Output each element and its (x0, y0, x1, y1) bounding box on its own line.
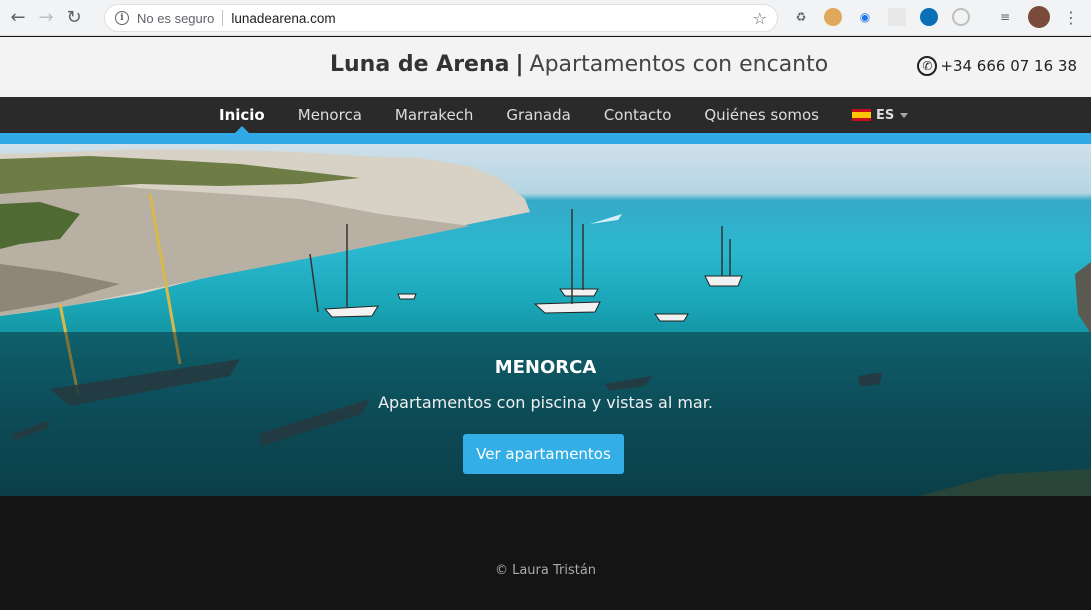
view-apartments-button[interactable]: Ver apartamentos (463, 434, 624, 474)
hero-subtitle: Apartamentos con piscina y vistas al mar… (378, 393, 713, 412)
omnibox-separator (222, 10, 224, 26)
nav-item-granada[interactable]: Granada (506, 97, 570, 133)
language-code: ES (876, 107, 895, 123)
nav-item-quienes-somos[interactable]: Quiénes somos (704, 97, 819, 133)
grid-extension-icon[interactable] (888, 8, 906, 26)
nav-item-menorca[interactable]: Menorca (298, 97, 362, 133)
brand-separator: | (515, 52, 524, 77)
hero-banner: MENORCA Apartamentos con piscina y vista… (0, 144, 1091, 496)
caret-down-icon (900, 112, 909, 118)
phone-icon: ✆ (917, 56, 938, 76)
reload-icon[interactable]: ↻ (60, 4, 88, 32)
site-header: Luna de Arena | Apartamentos con encanto ✆… (0, 37, 1091, 97)
moon-extension-icon[interactable] (920, 8, 938, 26)
url-text[interactable]: lunadearena.com (231, 11, 335, 26)
profile-avatar[interactable] (1028, 6, 1050, 28)
phone-contact[interactable]: ✆ +34 666 07 16 38 (917, 56, 1077, 76)
security-label: No es seguro (137, 10, 215, 26)
timer-extension-icon[interactable] (952, 8, 970, 26)
hero-title: MENORCA (494, 357, 597, 378)
main-navigation: Inicio Menorca Marrakech Granada Contact… (0, 97, 1091, 133)
eye-extension-icon[interactable]: ◉ (856, 8, 874, 26)
address-bar[interactable]: i No es seguro lunadearena.com ☆ (104, 4, 778, 32)
media-queue-icon[interactable]: ≡ (996, 8, 1014, 26)
recycle-extension-icon[interactable]: ♻ (792, 8, 810, 26)
site-footer: © Laura Tristán (0, 496, 1091, 610)
phone-number: +34 666 07 16 38 (940, 57, 1077, 75)
accent-strip (0, 133, 1091, 144)
info-icon[interactable]: i (115, 11, 129, 25)
forward-arrow-icon[interactable]: → (32, 4, 60, 32)
copyright-text: © Laura Tristán (494, 563, 597, 578)
nav-item-contacto[interactable]: Contacto (604, 97, 672, 133)
nav-item-marrakech[interactable]: Marrakech (395, 97, 474, 133)
nav-item-inicio[interactable]: Inicio (219, 97, 265, 133)
browser-toolbar: ← → ↻ i No es seguro lunadearena.com ☆ ♻… (0, 0, 1091, 36)
menu-dots-icon[interactable]: ⋮ (1062, 8, 1080, 27)
back-arrow-icon[interactable]: ← (4, 4, 32, 32)
spain-flag-icon (852, 109, 871, 121)
brand-tagline: Apartamentos con encanto (529, 52, 829, 77)
language-selector[interactable]: ES (852, 107, 909, 123)
bookmark-star-icon[interactable]: ☆ (753, 9, 767, 28)
site-brand[interactable]: Luna de Arena | Apartamentos con encanto (330, 52, 828, 77)
brand-name: Luna de Arena (330, 52, 510, 77)
cookie-extension-icon[interactable] (824, 8, 842, 26)
